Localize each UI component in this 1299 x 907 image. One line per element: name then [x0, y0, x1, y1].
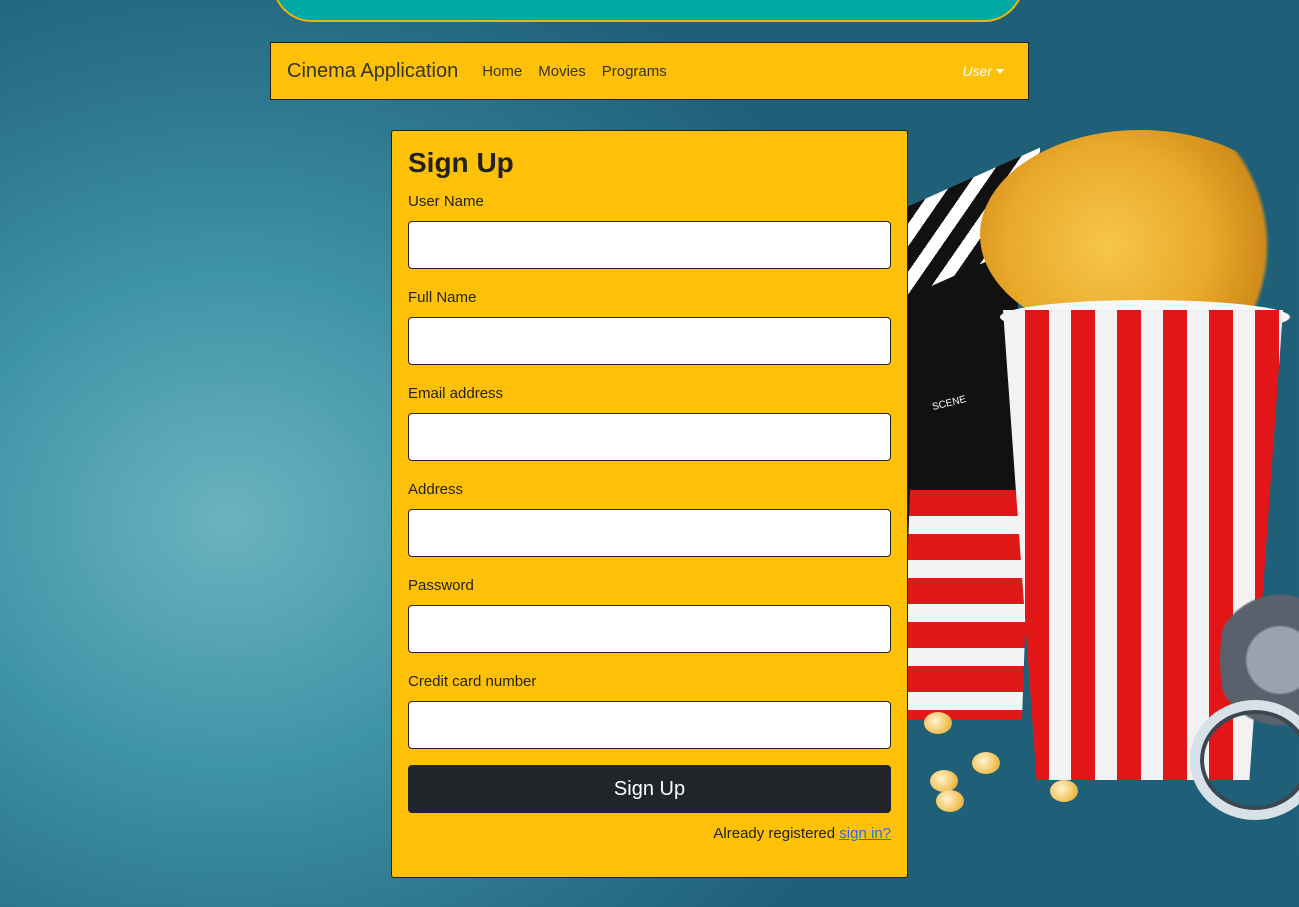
cinema-illustration: SCENE [900, 130, 1299, 830]
nav-link-programs[interactable]: Programs [602, 63, 667, 80]
nav-link-home[interactable]: Home [482, 63, 522, 80]
popcorn-kernel [972, 752, 1000, 774]
user-dropdown-label: User [962, 63, 992, 79]
signup-button[interactable]: Sign Up [408, 765, 891, 813]
popcorn-kernel [930, 770, 958, 792]
popcorn-kernel [924, 712, 952, 734]
password-input[interactable] [408, 605, 891, 653]
caret-down-icon [996, 68, 1004, 74]
fullname-input[interactable] [408, 317, 891, 365]
email-input[interactable] [408, 413, 891, 461]
address-label: Address [408, 481, 464, 498]
popcorn-kernel [1050, 780, 1078, 802]
user-dropdown[interactable]: User [962, 63, 1004, 79]
striped-box-image [901, 490, 1031, 720]
username-label: User Name [408, 193, 484, 210]
navbar: Cinema Application Home Movies Programs … [270, 42, 1029, 100]
nav-link-movies[interactable]: Movies [538, 63, 586, 80]
email-label: Email address [408, 385, 504, 402]
credit-card-label: Credit card number [408, 673, 537, 690]
password-label: Password [408, 577, 474, 594]
popcorn-kernel [936, 790, 964, 812]
nav-links: Home Movies Programs [482, 63, 667, 80]
top-banner [272, 0, 1024, 22]
signin-prompt: Already registered sign in? [713, 825, 891, 842]
fullname-label: Full Name [408, 289, 477, 306]
navbar-brand[interactable]: Cinema Application [287, 60, 458, 83]
signin-link[interactable]: sign in? [839, 825, 891, 842]
address-input[interactable] [408, 509, 891, 557]
signup-form: Sign Up User Name Full Name Email addres… [391, 130, 908, 878]
username-input[interactable] [408, 221, 891, 269]
credit-card-input[interactable] [408, 701, 891, 749]
already-registered-text: Already registered [713, 825, 836, 842]
form-title: Sign Up [408, 147, 514, 178]
